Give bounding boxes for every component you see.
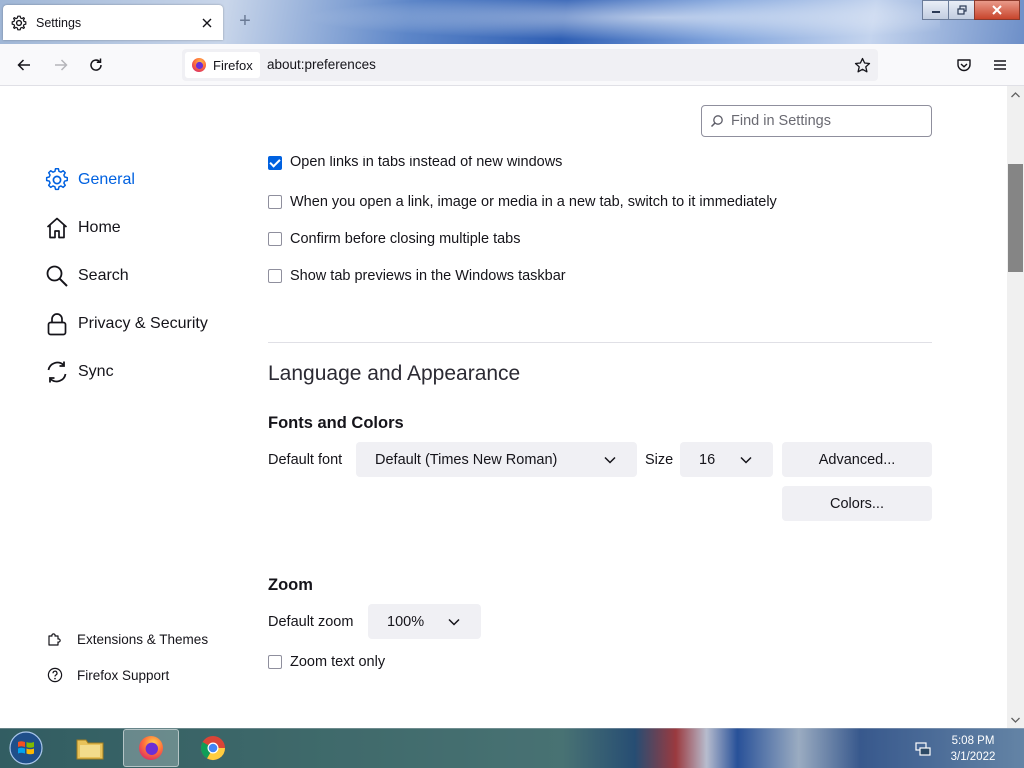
taskbar-clock[interactable]: 5:08 PM 3/1/2022	[946, 733, 1000, 765]
scroll-down-arrow-icon[interactable]	[1007, 711, 1024, 728]
reload-button[interactable]	[85, 54, 107, 76]
checkbox[interactable]	[268, 232, 282, 246]
sidebar-firefox-support-link[interactable]: Firefox Support	[46, 666, 169, 684]
search-icon	[710, 114, 724, 128]
home-icon	[44, 215, 70, 241]
sidebar-item-label: Privacy & Security	[78, 315, 208, 332]
find-in-settings-input[interactable]	[729, 112, 923, 130]
restore-button[interactable]	[948, 0, 975, 20]
advanced-fonts-button[interactable]: Advanced...	[782, 442, 932, 477]
default-zoom-select[interactable]: 100%	[368, 604, 481, 639]
gear-icon	[44, 167, 70, 193]
title-bar: Settings +	[0, 0, 1024, 44]
help-icon	[46, 666, 64, 684]
colors-button[interactable]: Colors...	[782, 486, 932, 521]
taskbar-file-explorer[interactable]	[62, 729, 118, 767]
sidebar-item-general[interactable]: General	[44, 167, 135, 193]
menu-hamburger-button[interactable]	[989, 54, 1011, 76]
chevron-down-icon	[739, 453, 753, 467]
settings-page: General Home Search Privacy & Security S…	[0, 86, 1007, 728]
navigation-toolbar: Firefox about:preferences	[0, 44, 1024, 86]
scroll-up-arrow-icon[interactable]	[1007, 86, 1024, 103]
identity-box[interactable]: Firefox	[185, 52, 260, 78]
checkbox[interactable]	[268, 655, 282, 669]
sidebar-item-home[interactable]: Home	[44, 215, 121, 241]
windows-logo-icon	[9, 731, 43, 765]
footer-label: Firefox Support	[77, 667, 170, 683]
default-font-value: Default (Times New Roman)	[375, 451, 558, 468]
gear-icon	[11, 15, 27, 31]
default-font-label: Default font	[268, 452, 343, 468]
network-icon[interactable]	[914, 740, 932, 758]
pocket-button[interactable]	[953, 54, 975, 76]
search-icon	[44, 263, 70, 289]
chrome-logo-icon	[200, 736, 225, 761]
find-in-settings[interactable]	[701, 105, 932, 137]
default-zoom-label: Default zoom	[268, 614, 354, 630]
checkbox[interactable]	[268, 269, 282, 283]
identity-label: Firefox	[213, 57, 253, 73]
sidebar-item-sync[interactable]: Sync	[44, 359, 114, 385]
puzzle-icon	[46, 630, 64, 648]
checkbox[interactable]	[268, 156, 282, 170]
sidebar-item-label: Home	[78, 219, 121, 236]
footer-label: Extensions & Themes	[77, 631, 209, 647]
taskbar-chrome[interactable]	[185, 729, 241, 767]
folder-icon	[76, 739, 104, 760]
taskbar-firefox[interactable]	[123, 729, 179, 767]
window-controls	[922, 0, 1020, 20]
font-size-value: 16	[699, 451, 716, 468]
scrollbar-thumb[interactable]	[1008, 164, 1023, 272]
option-label: Show tab previews in the Windows taskbar	[290, 268, 566, 284]
bookmark-star-icon[interactable]	[852, 55, 872, 75]
default-zoom-value: 100%	[387, 613, 425, 630]
subheading-fonts-colors: Fonts and Colors	[268, 414, 404, 432]
vertical-scrollbar[interactable]	[1007, 86, 1024, 728]
option-label: When you open a link, image or media in …	[290, 194, 777, 210]
url-bar[interactable]: Firefox about:preferences	[182, 49, 878, 81]
minimize-button[interactable]	[922, 0, 949, 20]
back-button[interactable]	[13, 54, 35, 76]
firefox-logo-icon	[192, 58, 206, 72]
default-font-select[interactable]: Default (Times New Roman)	[356, 442, 637, 477]
tab-settings[interactable]: Settings	[3, 5, 223, 40]
close-window-button[interactable]	[974, 0, 1020, 20]
option-label: Confirm before closing multiple tabs	[290, 231, 521, 247]
lock-icon	[44, 311, 70, 337]
section-heading-language-appearance: Language and Appearance	[268, 362, 521, 385]
sidebar-item-label: Search	[78, 267, 129, 284]
font-size-select[interactable]: 16	[680, 442, 773, 477]
option-label: Zoom text only	[290, 654, 386, 670]
sidebar-item-label: General	[78, 171, 135, 188]
url-text[interactable]: about:preferences	[267, 57, 376, 72]
new-tab-button[interactable]: +	[236, 10, 254, 32]
size-label: Size	[645, 452, 674, 468]
subheading-zoom: Zoom	[268, 576, 313, 594]
option-label: Open links in tabs instead of new window…	[290, 156, 563, 170]
checkbox[interactable]	[268, 195, 282, 209]
tab-title: Settings	[36, 15, 82, 30]
option-zoom-text-only[interactable]: Zoom text only	[268, 654, 385, 670]
option-switch-to-new-tab[interactable]: When you open a link, image or media in …	[268, 194, 777, 210]
option-tab-previews-taskbar[interactable]: Show tab previews in the Windows taskbar	[268, 268, 566, 284]
sidebar-extensions-themes-link[interactable]: Extensions & Themes	[46, 630, 208, 648]
sync-icon	[44, 359, 70, 385]
sidebar-item-label: Sync	[78, 363, 114, 380]
clock-date: 3/1/2022	[950, 751, 996, 763]
chevron-down-icon	[447, 615, 461, 629]
forward-button[interactable]	[50, 54, 72, 76]
sidebar-item-privacy-security[interactable]: Privacy & Security	[44, 311, 208, 337]
section-divider	[268, 342, 932, 343]
clock-time: 5:08 PM	[951, 735, 995, 747]
chevron-down-icon	[603, 453, 617, 467]
close-tab-icon[interactable]	[199, 15, 215, 31]
firefox-logo-icon	[139, 736, 163, 760]
start-button[interactable]	[6, 730, 46, 766]
sidebar-item-search[interactable]: Search	[44, 263, 129, 289]
option-confirm-close-tabs[interactable]: Confirm before closing multiple tabs	[268, 231, 521, 247]
option-open-links-in-tabs[interactable]: Open links in tabs instead of new window…	[268, 156, 562, 170]
